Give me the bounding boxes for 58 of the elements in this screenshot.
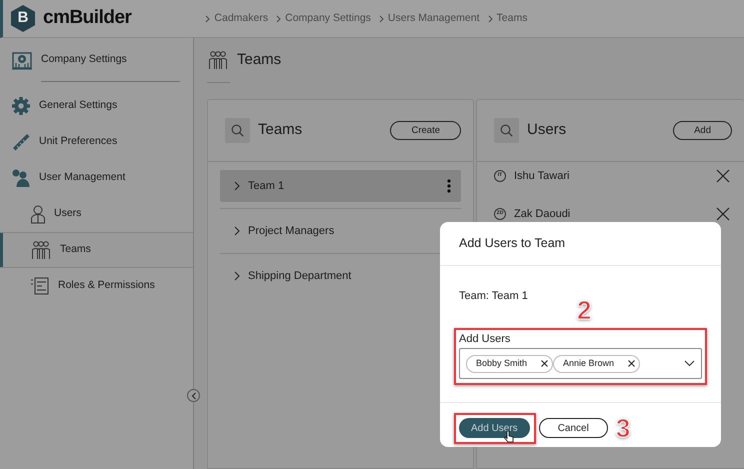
- panel-button[interactable]: Create: [390, 121, 461, 140]
- user-chip: Bobby Smith: [466, 354, 554, 372]
- close-icon[interactable]: [716, 207, 730, 221]
- ruler-icon: [11, 132, 31, 152]
- chevron-icon: [234, 181, 240, 191]
- sidebar-item[interactable]: General Settings: [0, 88, 193, 124]
- panel-title: Teams: [258, 120, 302, 140]
- field-label: Add Users: [459, 332, 512, 346]
- sidebar-item[interactable]: Unit Preferences: [0, 124, 193, 160]
- team-icon: [207, 50, 229, 70]
- close-icon[interactable]: [628, 360, 636, 367]
- close-icon[interactable]: [716, 169, 730, 183]
- breadcrumb-link[interactable]: Company Settings: [285, 10, 371, 26]
- user-name: Ishu Tawari: [514, 168, 570, 184]
- form-icon: [30, 276, 50, 296]
- close-icon[interactable]: [541, 360, 548, 367]
- team-label: Team: Team 1: [459, 289, 529, 304]
- building-icon: [11, 50, 33, 70]
- chevron-icon: [488, 14, 493, 22]
- logo-icon: B: [11, 5, 35, 32]
- search-button[interactable]: [225, 118, 250, 143]
- team-icon: [30, 240, 52, 260]
- search-icon: [500, 124, 513, 137]
- chevron-icon: [234, 271, 240, 281]
- chevron-icon: [276, 14, 282, 22]
- chevron-icon: [234, 226, 240, 236]
- multi-select-field[interactable]: Bobby Smith Annie Brown: [459, 348, 702, 379]
- user-chip: Annie Brown: [553, 354, 640, 372]
- sidebar-item[interactable]: User Management: [0, 160, 193, 196]
- sidebar-item[interactable]: Company Settings: [0, 42, 193, 78]
- team-row[interactable]: Shipping Department: [220, 260, 461, 292]
- page-title: Teams: [237, 50, 282, 70]
- search-icon: [231, 124, 244, 137]
- app-name: cmBuilder: [43, 6, 132, 30]
- panel-button[interactable]: Add: [673, 121, 732, 140]
- user-name: Zak Daoudi: [514, 206, 572, 222]
- search-button[interactable]: [494, 118, 519, 143]
- user-icon: [30, 204, 46, 224]
- caret-icon[interactable]: [684, 360, 695, 367]
- sidebar-item[interactable]: Roles & Permissions: [0, 268, 193, 304]
- chevron-icon: [205, 14, 210, 22]
- chevron-left-icon: [190, 392, 196, 400]
- pointer-cursor-icon: [504, 430, 514, 443]
- breadcrumb-link[interactable]: Users Management: [388, 10, 480, 26]
- more-icon[interactable]: [447, 179, 451, 193]
- chevron-icon: [378, 14, 384, 22]
- breadcrumb-link[interactable]: Teams: [496, 10, 528, 26]
- sidebar-item[interactable]: Teams: [0, 232, 193, 268]
- gear-icon: [11, 96, 31, 116]
- panel-title: Users: [527, 120, 566, 140]
- breadcrumb-link[interactable]: Cadmakers: [214, 10, 268, 26]
- cancel-button[interactable]: Cancel: [538, 418, 608, 438]
- modal-title: Add Users to Team: [459, 235, 566, 252]
- collapse-button[interactable]: [187, 389, 200, 402]
- sidebar-item[interactable]: Users: [0, 196, 193, 232]
- user-gear-icon: [11, 168, 31, 188]
- add-users-button[interactable]: Add Users: [459, 418, 530, 438]
- team-row[interactable]: Team 1: [220, 170, 461, 202]
